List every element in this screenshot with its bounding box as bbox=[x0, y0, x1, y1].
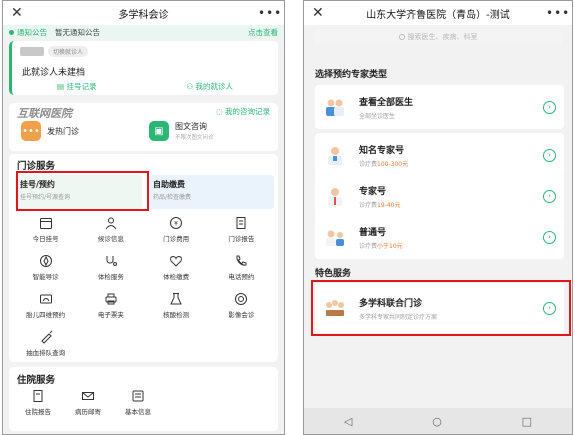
back-icon[interactable]: ◁ bbox=[344, 415, 352, 428]
guide-icon bbox=[39, 255, 52, 267]
right-phone-screen: ✕ 山东大学齐鲁医院（青岛）-测试 ••• 搜索医生、疾病、科室 选择预约专家类… bbox=[303, 0, 573, 435]
info-card-icon bbox=[132, 390, 144, 402]
coin-icon: ¥ bbox=[170, 217, 183, 229]
switch-patient-button[interactable]: 切换就诊人 bbox=[48, 46, 89, 57]
outpatient-grid: 今日挂号 候诊信息 ¥ 门诊费用 门诊报告 智能导诊 体检服务 体检缴费 电话预… bbox=[13, 216, 274, 362]
health-check-payment-item[interactable]: 体检缴费 bbox=[144, 254, 209, 286]
flask-icon bbox=[170, 293, 182, 305]
image-text-icon: ▣ bbox=[149, 121, 169, 141]
general-option[interactable]: 普通号 诊疗费小于10元 › bbox=[315, 215, 564, 259]
left-phone-screen: ✕ 多学科会诊 ••• 通知公告 暂无通知公告 点击查看 切换就诊人 此就诊人未… bbox=[2, 0, 285, 435]
blood-draw-queue-item[interactable]: 抽血排队查询 bbox=[13, 330, 78, 362]
right-title-bar: ✕ 山东大学齐鲁医院（青岛）-测试 ••• bbox=[304, 1, 572, 25]
chevron-right-icon: › bbox=[543, 189, 556, 203]
report-icon bbox=[33, 390, 43, 402]
notice-view-link[interactable]: 点击查看 bbox=[248, 27, 278, 38]
waiting-info-item[interactable]: 候诊信息 bbox=[78, 216, 143, 248]
more-icon[interactable]: ••• bbox=[546, 6, 569, 20]
basic-info-item[interactable]: 基本信息 bbox=[113, 389, 163, 421]
clinic-report-item[interactable]: 门诊报告 bbox=[209, 216, 274, 248]
self-payment-banner[interactable]: 自助缴费 药品/检查缴费 bbox=[148, 175, 274, 209]
all-doctors-option[interactable]: 查看全部医生 全部坐诊医生 › bbox=[315, 85, 564, 129]
printer-icon bbox=[105, 293, 117, 305]
famous-expert-option[interactable]: 知名专家号 诊疗费100-300元 › bbox=[315, 133, 564, 177]
patient-status-text: 此就诊人未建档 bbox=[22, 68, 86, 78]
home-icon[interactable]: ○ bbox=[432, 415, 442, 428]
imaging-consult-item[interactable]: 影像会诊 bbox=[209, 292, 274, 324]
mail-icon bbox=[82, 392, 94, 400]
online-hospital-card: 互联网医院 ◌ 我的咨询记录 ••• 发热门诊 ▣ 图文咨询 不限次图文问诊 bbox=[9, 103, 278, 151]
search-icon bbox=[398, 34, 405, 40]
expert-option[interactable]: 专家号 诊疗费19-40元 › bbox=[315, 174, 564, 218]
people-icon: ⚇ bbox=[186, 82, 196, 91]
left-title-bar: ✕ 多学科会诊 ••• bbox=[3, 1, 284, 25]
smart-triage-item[interactable]: 智能导诊 bbox=[13, 254, 78, 286]
search-placeholder: 搜索医生、疾病、科室 bbox=[407, 33, 478, 41]
my-patients-link[interactable]: ⚇ 我的就诊人 bbox=[186, 81, 233, 92]
chevron-right-icon: › bbox=[543, 100, 556, 114]
heart-icon bbox=[170, 255, 183, 267]
internet-hospital-logo: 互联网医院 bbox=[17, 107, 72, 120]
imaging-icon bbox=[235, 293, 248, 305]
close-icon[interactable]: ✕ bbox=[312, 5, 330, 21]
phone-icon bbox=[236, 255, 247, 266]
inpatient-services-card: 住院服务 住院报告 病历邮寄 基本信息 bbox=[9, 367, 278, 431]
my-consult-records-link[interactable]: ◌ 我的咨询记录 bbox=[216, 106, 270, 117]
record-icon: ◌ bbox=[216, 107, 225, 116]
text-consult-entry[interactable]: ▣ 图文咨询 不限次图文问诊 bbox=[149, 121, 214, 141]
famous-doctor-icon bbox=[328, 147, 342, 165]
patient-card: 切换就诊人 此就诊人未建档 ▤ 挂号记录 ⚇ 我的就诊人 bbox=[9, 41, 278, 95]
fever-clinic-entry[interactable]: ••• 发热门诊 bbox=[21, 121, 79, 141]
page-title: 多学科会诊 bbox=[118, 9, 169, 21]
calendar-icon bbox=[39, 218, 52, 229]
notice-icon bbox=[9, 29, 14, 35]
android-nav-bar: ◁ ○ □ bbox=[304, 408, 572, 434]
today-registration-item[interactable]: 今日挂号 bbox=[13, 216, 78, 248]
notice-bar: 通知公告 暂无通知公告 点击查看 bbox=[3, 25, 284, 39]
svg-text:¥: ¥ bbox=[174, 221, 178, 228]
outpatient-title: 门诊服务 bbox=[17, 161, 56, 172]
recents-icon[interactable]: □ bbox=[522, 415, 532, 428]
chevron-right-icon: › bbox=[543, 148, 556, 162]
report-icon bbox=[236, 217, 246, 229]
fetal-4d-appointment-item[interactable]: 胎儿四维预约 bbox=[13, 292, 78, 324]
inpatient-report-item[interactable]: 住院报告 bbox=[13, 389, 63, 421]
clinic-fees-item[interactable]: ¥ 门诊费用 bbox=[144, 216, 209, 248]
expert-type-heading: 选择预约专家类型 bbox=[315, 70, 388, 80]
hospital-title: 山东大学齐鲁医院（青岛）-测试 bbox=[366, 9, 510, 21]
search-input[interactable]: 搜索医生、疾病、科室 bbox=[314, 29, 562, 45]
ultrasound-icon bbox=[39, 294, 52, 304]
registration-records-link[interactable]: ▤ 挂号记录 bbox=[57, 81, 96, 92]
doctors-group-icon bbox=[326, 99, 344, 116]
nucleic-acid-test-item[interactable]: 核酸检测 bbox=[144, 292, 209, 324]
stethoscope-icon bbox=[106, 256, 117, 266]
special-services-heading: 特色服务 bbox=[315, 269, 352, 279]
medical-record-mail-item[interactable]: 病历邮寄 bbox=[63, 389, 113, 421]
highlight-multidisciplinary-box bbox=[311, 280, 571, 336]
expert-doctor-icon bbox=[328, 188, 342, 206]
inpatient-title: 住院服务 bbox=[17, 375, 56, 386]
phone-appointment-item[interactable]: 电话预约 bbox=[209, 254, 274, 286]
more-icon[interactable]: ••• bbox=[258, 6, 281, 20]
chat-bubble-icon: ••• bbox=[21, 121, 41, 141]
syringe-icon bbox=[40, 330, 52, 344]
doctor-icon bbox=[105, 217, 117, 230]
patient-name-blurred bbox=[20, 47, 44, 56]
health-check-item[interactable]: 体检服务 bbox=[78, 254, 143, 286]
e-ticket-folder-item[interactable]: 电子票夹 bbox=[78, 292, 143, 324]
notice-text: 暂无通知公告 bbox=[55, 27, 100, 37]
chevron-right-icon: › bbox=[543, 230, 556, 244]
notice-label: 通知公告 bbox=[17, 27, 47, 37]
close-icon[interactable]: ✕ bbox=[11, 5, 29, 21]
general-doctor-icon bbox=[326, 230, 344, 246]
highlight-registration-box bbox=[16, 171, 149, 211]
